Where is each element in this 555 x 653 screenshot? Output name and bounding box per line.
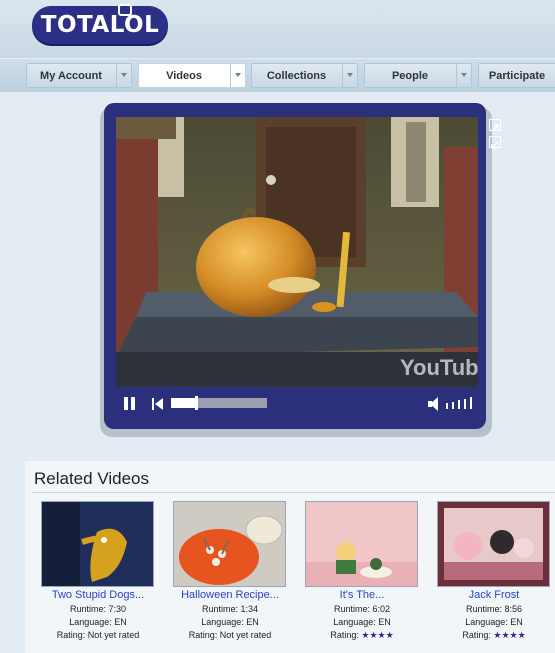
volume-slider[interactable] [446, 397, 476, 411]
video-thumbnail[interactable] [305, 501, 418, 587]
video-title-link[interactable]: Two Stupid Dogs... [25, 589, 171, 601]
skip-back-icon[interactable] [152, 396, 164, 412]
header: TOTALOL [0, 0, 555, 58]
nav-my-account[interactable]: My Account [26, 63, 132, 88]
related-video-card: Two Stupid Dogs... Runtime: 7:30 Languag… [25, 501, 155, 646]
nav-label: My Account [40, 70, 102, 82]
nav-collections[interactable]: Collections [251, 63, 358, 88]
volume-bar [446, 403, 448, 409]
chevron-down-icon[interactable] [230, 64, 245, 87]
nav-videos[interactable]: Videos [138, 63, 246, 88]
related-video-card: Halloween Recipe... Runtime: 1:34 Langua… [157, 501, 287, 646]
video-frame[interactable]: YouTube [116, 117, 478, 387]
related-video-card: Jack Frost Runtime: 8:56 Language: EN Ra… [421, 501, 551, 646]
video-title-link[interactable]: Halloween Recipe... [157, 589, 303, 601]
related-videos-title: Related Videos [34, 469, 149, 488]
nav-label: Participate [488, 70, 546, 82]
video-title-link[interactable]: It's The... [289, 589, 435, 601]
runtime-text: Runtime: 1:34 [201, 604, 259, 614]
progress-bar[interactable] [171, 396, 267, 410]
main-nav: My Account Videos Collections People Par… [0, 58, 555, 92]
runtime-text: Runtime: 8:56 [465, 604, 523, 614]
language-text: Language: EN [333, 617, 391, 627]
progress-fill [171, 398, 195, 408]
volume-bar [452, 401, 454, 409]
language-text: Language: EN [465, 617, 523, 627]
related-video-card: It's The... Runtime: 6:02 Language: EN R… [289, 501, 419, 646]
volume-icon[interactable] [428, 396, 440, 412]
nav-label: Collections [266, 70, 327, 82]
player-controls [116, 391, 478, 417]
volume-bar [464, 398, 466, 409]
related-videos: Related Videos Two Stupid Dogs... Runtim… [25, 461, 555, 653]
video-thumbnail[interactable] [437, 501, 550, 587]
youtube-watermark: YouTube [400, 355, 478, 380]
nav-label: People [391, 70, 429, 82]
nav-people[interactable]: People [364, 63, 472, 88]
nav-participate[interactable]: Participate [478, 63, 555, 88]
rating-stars: ★★★★ [493, 630, 526, 640]
rating-stars: ★★★★ [361, 630, 394, 640]
rating-text: Rating: Not yet rated [56, 630, 140, 640]
totalol-logo[interactable]: TOTALOL [32, 4, 168, 44]
fullscreen-icon[interactable] [489, 136, 501, 149]
volume-bar [458, 400, 460, 409]
video-still: YouTube [116, 117, 478, 387]
chevron-down-icon[interactable] [456, 64, 471, 87]
rating-text: Rating: Not yet rated [188, 630, 272, 640]
volume-bar [470, 397, 472, 409]
runtime-text: Runtime: 6:02 [333, 604, 391, 614]
rating-text: Rating: ★★★★ [462, 630, 526, 640]
pause-icon[interactable] [123, 396, 137, 412]
video-thumbnail[interactable] [41, 501, 154, 587]
video-thumbnail[interactable] [173, 501, 286, 587]
language-text: Language: EN [201, 617, 259, 627]
runtime-text: Runtime: 7:30 [69, 604, 127, 614]
progress-handle[interactable] [195, 396, 198, 410]
logo-antenna-icon [118, 4, 132, 16]
language-text: Language: EN [69, 617, 127, 627]
chevron-down-icon[interactable] [116, 64, 131, 87]
divider [32, 492, 555, 493]
popout-icon[interactable] [489, 119, 501, 132]
chevron-down-icon[interactable] [342, 64, 357, 87]
nav-label: Videos [166, 70, 202, 82]
logo-text: TOTALOL [40, 12, 160, 38]
video-title-link[interactable]: Jack Frost [421, 589, 555, 601]
rating-text: Rating: ★★★★ [330, 630, 394, 640]
